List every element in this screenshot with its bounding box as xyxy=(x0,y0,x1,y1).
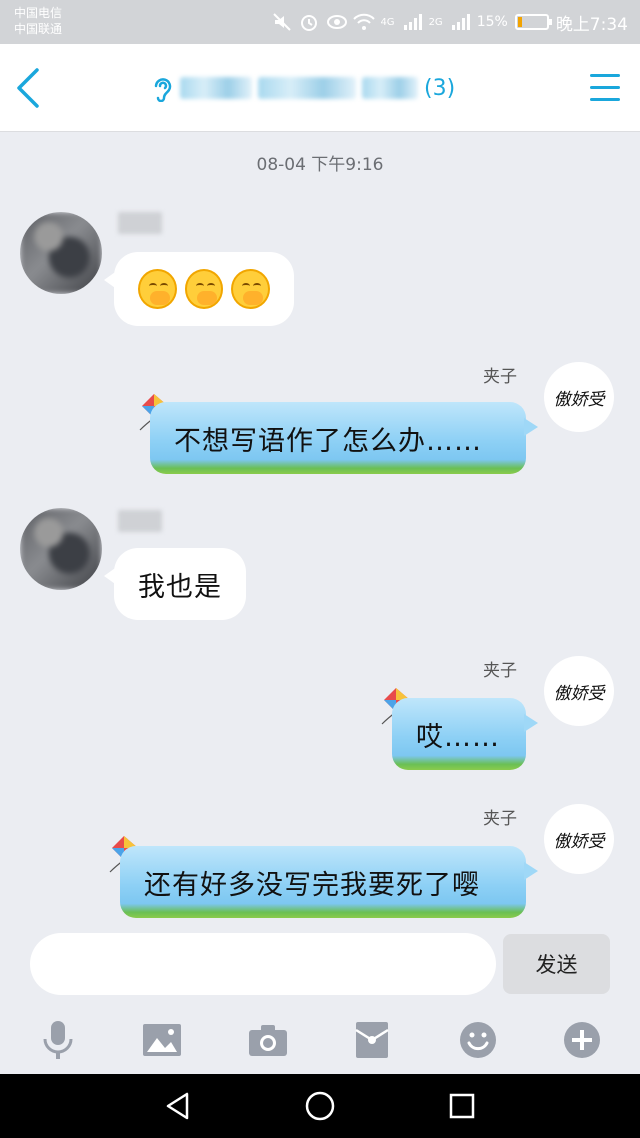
message-bubble-right[interactable]: 还有好多没写完我要死了嘤 xyxy=(120,846,538,918)
emoji-icon xyxy=(184,269,224,309)
message-bubble-right[interactable]: 哎…… xyxy=(392,698,538,770)
ear-icon xyxy=(150,74,174,103)
sender-name-blurred xyxy=(118,510,162,532)
sender-name-blurred xyxy=(118,212,162,234)
signal-icon-2 xyxy=(450,12,470,32)
group-title[interactable]: (3) xyxy=(150,72,455,104)
group-name-blurred-2 xyxy=(258,77,356,99)
network-2g: 2G xyxy=(428,16,443,28)
carrier-1: 中国电信 xyxy=(14,6,63,20)
member-count: (3) xyxy=(424,75,456,101)
menu-icon xyxy=(590,74,620,101)
message-bubble-right[interactable]: 不想写语作了怎么办…… xyxy=(150,402,538,474)
message-input[interactable] xyxy=(30,933,496,995)
system-nav-bar xyxy=(0,1074,640,1138)
wifi-icon xyxy=(353,12,376,32)
message-timestamp: 08-04 下午9:16 xyxy=(256,155,384,175)
send-button[interactable]: 发送 xyxy=(503,934,610,994)
emoji-button[interactable] xyxy=(456,1018,500,1062)
battery-icon xyxy=(514,14,552,30)
avatar-signature: 傲娇受 xyxy=(553,683,605,704)
message-bubble-left[interactable] xyxy=(104,252,294,326)
message-text: 我也是 xyxy=(138,571,222,603)
clock: 晚上7:34 xyxy=(555,14,628,35)
avatar-signature: 傲娇受 xyxy=(553,389,605,410)
signal-icon xyxy=(402,12,422,32)
chat-header: (3) xyxy=(0,44,640,132)
nav-home-button[interactable] xyxy=(300,1086,340,1126)
battery-percent: 15% xyxy=(476,14,508,30)
sender-name: 夹子 xyxy=(483,367,517,387)
sender-name: 夹子 xyxy=(483,661,517,681)
avatar[interactable]: 傲娇受 xyxy=(544,362,614,432)
avatar[interactable]: 傲娇受 xyxy=(544,656,614,726)
triangle-back-icon xyxy=(166,1092,189,1120)
network-4g: 4G xyxy=(380,16,395,28)
nav-recents-button[interactable] xyxy=(442,1086,482,1126)
image-button[interactable] xyxy=(140,1018,184,1062)
eye-icon xyxy=(326,12,348,32)
emoji-icon xyxy=(231,269,271,309)
mute-icon xyxy=(272,12,292,32)
red-packet-icon xyxy=(355,1022,389,1058)
nav-back-button[interactable] xyxy=(158,1086,198,1126)
image-icon xyxy=(143,1024,181,1056)
message-bubble-left[interactable]: 我也是 xyxy=(104,548,246,620)
alarm-icon xyxy=(299,12,319,32)
avatar-signature: 傲娇受 xyxy=(553,831,605,852)
message-text: 哎…… xyxy=(416,721,500,753)
status-bar: 中国电信 中国联通 4G 2G 15% 晚上7:34 xyxy=(0,0,640,44)
red-packet-button[interactable] xyxy=(350,1018,394,1062)
message-text: 还有好多没写完我要死了嘤 xyxy=(144,869,480,901)
emoji-icon xyxy=(460,1022,496,1058)
back-button[interactable] xyxy=(6,64,50,112)
battery-fill xyxy=(517,17,523,27)
camera-button[interactable] xyxy=(246,1018,290,1062)
square-recents-icon xyxy=(449,1093,475,1119)
sender-name: 夹子 xyxy=(483,809,517,829)
avatar[interactable] xyxy=(20,212,102,294)
avatar[interactable]: 傲娇受 xyxy=(544,804,614,874)
plus-icon xyxy=(564,1022,600,1058)
message-input-row: 发送 xyxy=(0,930,640,1000)
circle-home-icon xyxy=(305,1091,335,1121)
voice-button[interactable] xyxy=(36,1018,80,1062)
avatar[interactable] xyxy=(20,508,102,590)
emoji-icon xyxy=(138,269,177,309)
menu-button[interactable] xyxy=(588,70,622,106)
back-icon xyxy=(17,68,39,108)
message-text: 不想写语作了怎么办…… xyxy=(174,425,482,457)
status-icons: 4G 2G 15% 晚上7:34 xyxy=(272,8,628,36)
group-name-blurred xyxy=(180,77,252,99)
chat-toolbar xyxy=(0,1004,640,1074)
carrier-2: 中国联通 xyxy=(14,22,63,36)
group-name-blurred-3 xyxy=(362,77,418,99)
microphone-icon xyxy=(43,1021,73,1059)
carrier-info: 中国电信 中国联通 xyxy=(14,5,62,37)
more-button[interactable] xyxy=(560,1018,604,1062)
camera-icon xyxy=(249,1025,287,1056)
